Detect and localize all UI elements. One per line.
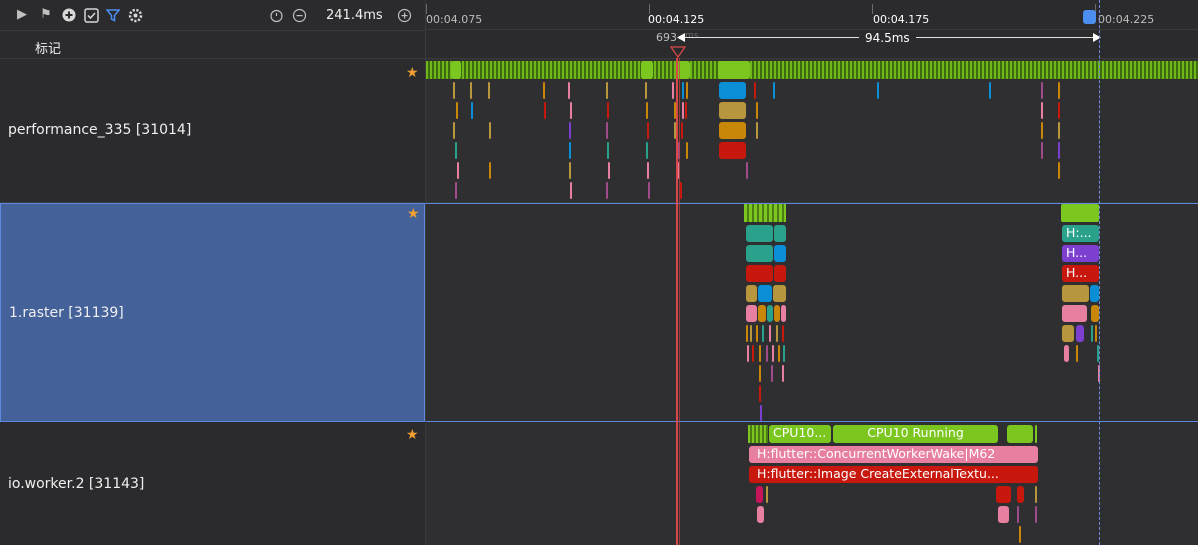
cpu-activity-bar [1061, 204, 1099, 222]
cursor-time-label: 693 [656, 31, 677, 44]
slice[interactable] [1064, 345, 1069, 362]
star-icon[interactable]: ★ [407, 206, 420, 222]
tick-label: 00:04.225 [1098, 13, 1155, 26]
slice[interactable] [996, 486, 1011, 503]
slice[interactable] [767, 305, 773, 322]
slice[interactable] [773, 285, 786, 302]
checklist-icon[interactable] [83, 7, 99, 23]
marks-label: 标记 [35, 42, 62, 57]
lane-header-raster[interactable]: ★ 1.raster [31139] [0, 203, 425, 422]
flag-icon[interactable]: ⚑ [38, 7, 54, 23]
zoom-out-icon[interactable] [291, 7, 307, 23]
slice[interactable] [746, 225, 773, 242]
cpu-slice[interactable]: CPU10 Running [833, 425, 998, 443]
slice[interactable]: H:... [1062, 225, 1099, 242]
slice[interactable] [998, 506, 1009, 523]
slice[interactable]: H... [1062, 265, 1099, 282]
slice[interactable] [774, 305, 780, 322]
slice[interactable] [746, 265, 773, 282]
range-duration: 94.5ms [859, 31, 916, 45]
time-ruler[interactable]: 00:04.075 00:04.125 00:04.175 00:04.225 … [425, 0, 1198, 59]
slice[interactable] [746, 305, 757, 322]
cursor-line-secondary [679, 58, 680, 545]
lane-header-io-worker[interactable]: ★ io.worker.2 [31143] [0, 423, 425, 545]
slice[interactable]: H:flutter::ConcurrentWorkerWake|M62 [749, 446, 1038, 463]
range-end-handle[interactable] [1083, 10, 1096, 24]
slice[interactable] [451, 61, 461, 79]
slice[interactable] [758, 305, 766, 322]
cpu-activity-bar [748, 425, 768, 443]
slice[interactable] [1062, 325, 1074, 342]
slice[interactable] [719, 142, 746, 159]
slice[interactable] [719, 82, 746, 99]
cursor-line[interactable] [676, 58, 678, 545]
cpu-slice[interactable] [1007, 425, 1033, 443]
range-left-arrow-icon [677, 33, 685, 42]
slice[interactable] [718, 61, 750, 79]
tick-label: 00:04.175 [873, 13, 930, 26]
slice[interactable] [719, 102, 746, 119]
slice[interactable] [758, 285, 772, 302]
lane-name: io.worker.2 [31143] [8, 476, 145, 492]
lane-track-performance[interactable] [425, 59, 1198, 203]
slice[interactable] [1062, 285, 1089, 302]
lane-name: 1.raster [31139] [9, 305, 124, 321]
cpu-slice[interactable]: CPU10... [769, 425, 831, 443]
cpu-activity-bar [426, 61, 1198, 79]
slice[interactable] [1091, 305, 1099, 322]
lane-name: performance_335 [31014] [8, 122, 192, 138]
slice[interactable] [719, 122, 746, 139]
tick-label: 00:04.125 [648, 13, 705, 26]
add-circle-icon[interactable] [61, 7, 77, 23]
gear-icon[interactable] [127, 7, 143, 23]
filter-icon[interactable] [105, 7, 121, 23]
lane-header-performance[interactable]: ★ performance_335 [31014] [0, 59, 425, 203]
marks-row: 标记 [0, 31, 425, 59]
timer-icon[interactable] [268, 7, 284, 23]
slice[interactable] [774, 265, 786, 282]
lane-track-io-worker[interactable]: CPU10... CPU10 Running H:flutter::Concur… [425, 423, 1198, 545]
slice[interactable] [781, 305, 786, 322]
slice[interactable] [774, 245, 786, 262]
slice[interactable] [1076, 325, 1084, 342]
slice[interactable]: H... [1062, 245, 1099, 262]
slice[interactable] [746, 245, 773, 262]
slice[interactable] [774, 225, 786, 242]
star-icon[interactable]: ★ [406, 65, 419, 81]
slice[interactable] [746, 285, 757, 302]
cursor-flag-icon[interactable] [670, 46, 686, 58]
slice[interactable]: H:flutter::Image CreateExternalTextu... [749, 466, 1038, 483]
zoom-in-icon[interactable] [396, 7, 412, 23]
slice[interactable] [756, 486, 763, 503]
tick-label: 00:04.075 [426, 13, 483, 26]
slice[interactable] [641, 61, 653, 79]
lane-track-raster[interactable]: H:... H... H... [425, 203, 1198, 422]
toolbar: ▶ ⚑ 241.4ms [0, 0, 425, 31]
cpu-activity-bar [744, 204, 786, 222]
star-icon[interactable]: ★ [406, 427, 419, 443]
slice[interactable] [757, 506, 764, 523]
cursor-time-unit: ms [685, 31, 699, 41]
slice[interactable] [1062, 305, 1087, 322]
slice[interactable] [1090, 285, 1099, 302]
zoom-level: 241.4ms [326, 8, 383, 23]
slice[interactable] [1017, 486, 1024, 503]
range-end-line[interactable] [1099, 0, 1100, 545]
play-icon[interactable]: ▶ [14, 7, 30, 23]
